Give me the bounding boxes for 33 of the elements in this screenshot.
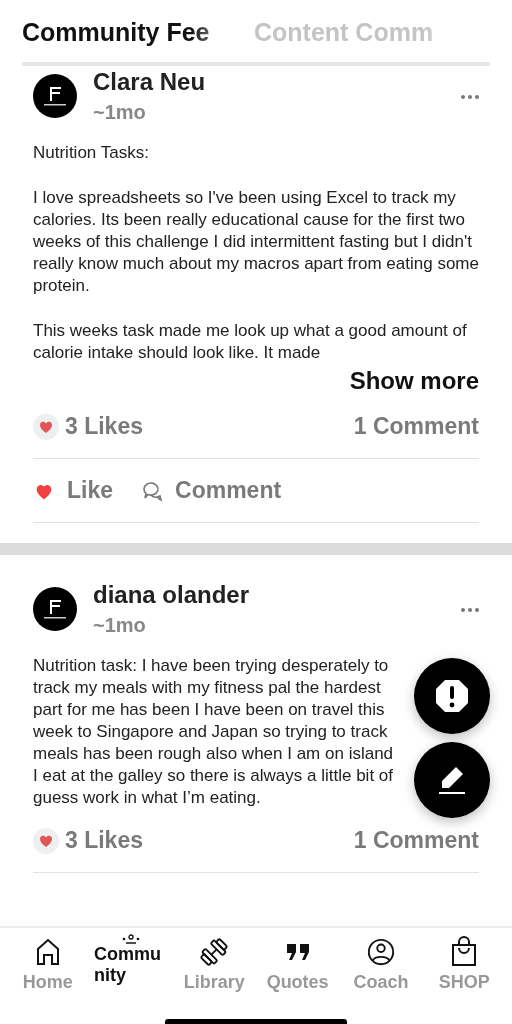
nav-tab[interactable]: Library	[175, 932, 254, 1010]
avatar-icon	[33, 587, 77, 631]
post-time: ~1mo	[93, 101, 147, 124]
dumbbell-icon	[199, 936, 230, 968]
post-text: This weeks task made me look up what a good amount of calorie intake should look like. It made	[33, 320, 468, 364]
more-icon[interactable]	[460, 94, 480, 100]
like-button[interactable]: Like	[33, 477, 114, 504]
compose-button[interactable]	[414, 742, 490, 818]
user-icon	[365, 936, 396, 968]
alert-icon	[434, 678, 470, 714]
more-icon[interactable]	[460, 607, 480, 613]
post-text: Nutrition task: I have been trying desperately to track my meals with my fitness pal the hardest part for me has been I have been on travel this week to Singapore and Japan so trying to track meals has been rough also when I am on island I eat at the galley so there is always a little bit of guess work in what I’m eating.	[33, 655, 395, 809]
people-icon	[121, 934, 141, 944]
feed-tab[interactable]: Community Fee	[22, 0, 234, 62]
comment-button[interactable]: Comment	[141, 477, 282, 504]
avatar-icon	[33, 74, 77, 118]
author-name: Clara Neu	[93, 68, 207, 96]
show-more-link[interactable]: Show more	[349, 367, 479, 395]
nav-tab[interactable]: Coach	[341, 932, 420, 1010]
chat-icon	[141, 479, 164, 502]
nav-tab[interactable]: Home	[8, 932, 87, 1010]
comments-count[interactable]: 1 Comment	[353, 827, 479, 854]
nav-tab[interactable]: Quotes	[258, 932, 337, 1010]
post-time: ~1mo	[93, 614, 147, 637]
nav-tab[interactable]: SHOP	[425, 932, 504, 1010]
likes-count[interactable]: 3 Likes	[65, 827, 143, 854]
author-name: diana olander	[93, 581, 251, 609]
post-text: I love spreadsheets so I've been using Excel to track my calories. Its been really educational cause for the first two weeks of this challenge I did intermittent fasting but I didn't really know much about my macros apart from eating some protein.	[33, 187, 479, 297]
comments-count[interactable]: 1 Comment	[353, 413, 479, 440]
likes-count[interactable]: 3 Likes	[65, 413, 143, 440]
nav-tab[interactable]: Community	[92, 932, 170, 1010]
report-button[interactable]	[414, 658, 490, 734]
post-text: Nutrition Tasks:	[33, 142, 150, 164]
